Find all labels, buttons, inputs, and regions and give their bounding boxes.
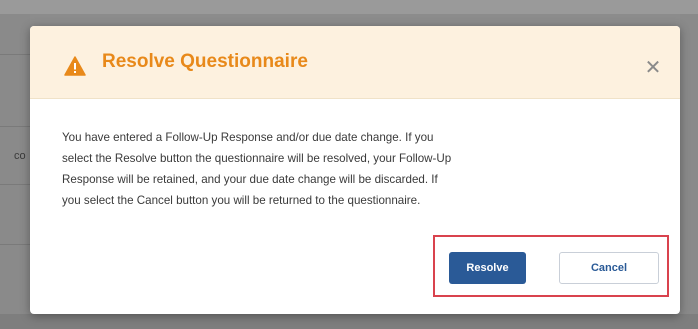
background-row-divider — [0, 244, 30, 245]
background-left-panel — [0, 14, 30, 314]
warning-icon — [64, 56, 86, 76]
close-icon: ✕ — [644, 56, 662, 79]
background-row-divider — [0, 184, 30, 185]
background-bottom-bar — [0, 314, 698, 329]
dialog-message-line: you select the Cancel button you will be… — [62, 194, 421, 207]
dialog-message: You have entered a Follow-Up Response an… — [62, 127, 670, 211]
resolve-questionnaire-dialog: Resolve Questionnaire ✕ You have entered… — [30, 26, 680, 314]
dialog-header: Resolve Questionnaire ✕ — [30, 26, 680, 99]
dialog-message-line: You have entered a Follow-Up Response an… — [62, 131, 434, 144]
background-top-bar — [0, 0, 698, 14]
close-button[interactable]: ✕ — [642, 56, 664, 79]
cancel-button[interactable]: Cancel — [559, 252, 659, 284]
resolve-button[interactable]: Resolve — [449, 252, 526, 284]
background-row-divider — [0, 126, 30, 127]
background-right-panel — [680, 14, 698, 314]
dialog-title: Resolve Questionnaire — [102, 51, 308, 72]
background-text-fragment: co — [14, 150, 26, 162]
dialog-message-line: select the Resolve button the questionna… — [62, 152, 452, 165]
dialog-message-line: Response will be retained, and your due … — [62, 173, 438, 186]
background-row-divider — [0, 54, 30, 55]
